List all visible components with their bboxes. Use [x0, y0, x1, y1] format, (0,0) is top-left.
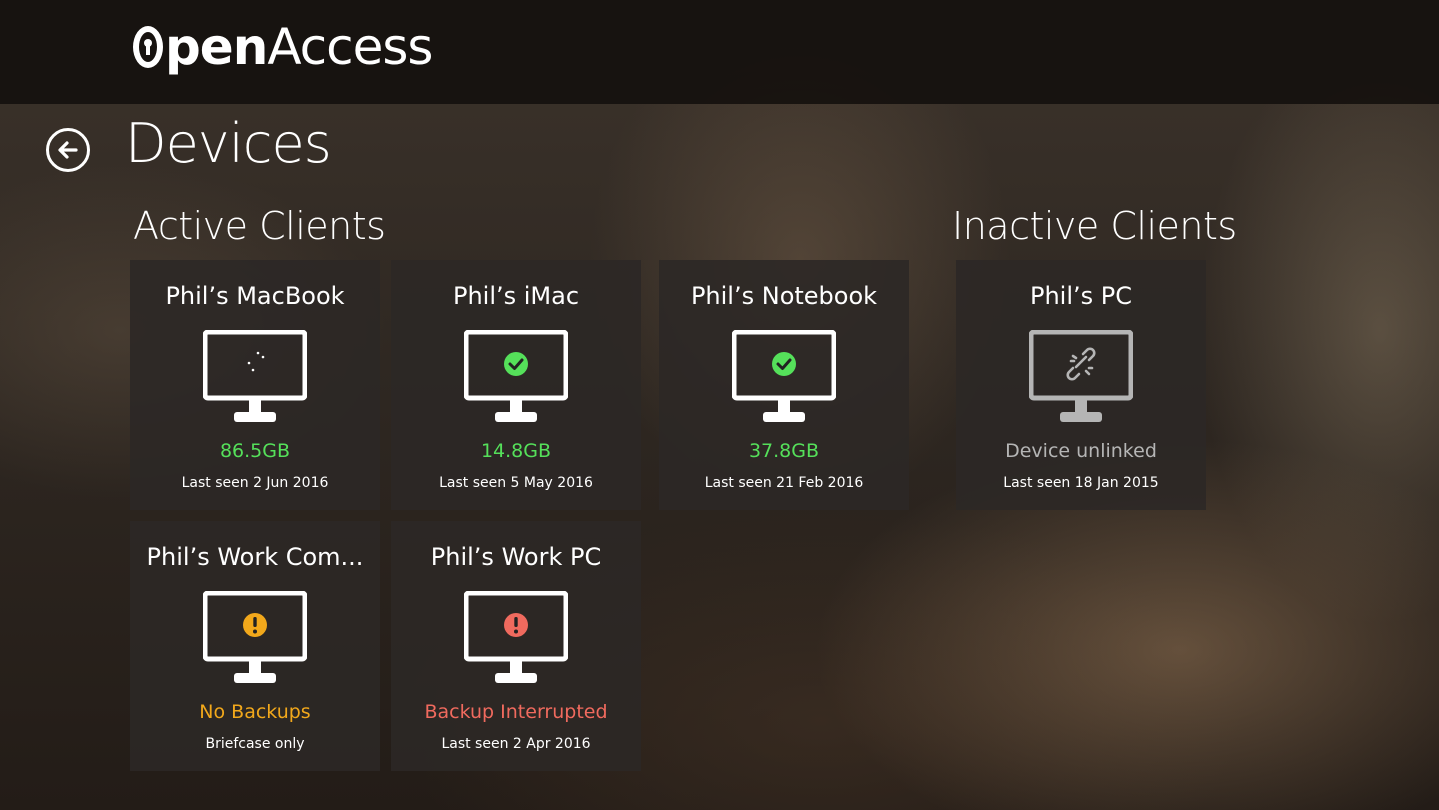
error-circle-icon — [504, 613, 528, 637]
back-button[interactable] — [46, 128, 90, 172]
monitor-icon — [203, 330, 307, 422]
device-tile-notebook[interactable]: Phil’s Notebook 37.8GB Last seen 21 Feb … — [659, 260, 909, 510]
device-last-seen: Last seen 2 Jun 2016 — [181, 475, 329, 491]
openaccess-logo: pen Access — [133, 15, 433, 79]
logo-text-access: Access — [267, 18, 433, 76]
device-last-seen: Last seen 21 Feb 2016 — [704, 475, 864, 491]
device-storage: 37.8GB — [748, 440, 820, 462]
check-circle-icon — [772, 352, 796, 376]
device-name: Phil’s Work PC — [430, 543, 602, 571]
monitor-icon — [464, 591, 568, 683]
device-last-seen: Last seen 2 Apr 2016 — [441, 736, 591, 752]
device-tile-macbook[interactable]: Phil’s MacBook 86.5GB Last seen 2 Jun 20… — [130, 260, 380, 510]
device-status: Backup Interrupted — [424, 701, 608, 723]
broken-link-icon — [1066, 347, 1096, 381]
device-tile-work-pc[interactable]: Phil’s Work PC Backup Interrupted Last s… — [391, 521, 641, 771]
device-tile-work-computer[interactable]: Phil’s Work Com... No Backups Briefcase … — [130, 521, 380, 771]
warning-circle-icon — [243, 613, 267, 637]
device-name: Phil’s MacBook — [165, 282, 345, 310]
device-last-seen: Last seen 18 Jan 2015 — [1003, 475, 1159, 491]
device-name: Phil’s PC — [1029, 282, 1132, 310]
device-name: Phil’s Work Com... — [146, 543, 364, 571]
device-name: Phil’s Notebook — [690, 282, 878, 310]
back-arrow-icon — [58, 141, 78, 159]
device-last-seen: Last seen 5 May 2016 — [439, 475, 593, 491]
device-subtitle: Briefcase only — [205, 736, 305, 752]
device-tile-imac[interactable]: Phil’s iMac 14.8GB Last seen 5 May 2016 — [391, 260, 641, 510]
monitor-icon — [1029, 330, 1133, 422]
spinner-icon — [247, 351, 265, 372]
inactive-clients-heading: Inactive Clients — [952, 204, 1237, 248]
monitor-icon — [203, 591, 307, 683]
device-status: Device unlinked — [1005, 440, 1157, 462]
top-bar: pen Access — [0, 0, 1439, 104]
logo-text-open: pen — [165, 18, 268, 76]
keyhole-o-icon — [133, 26, 163, 68]
device-status: No Backups — [199, 701, 311, 723]
page-title: Devices — [125, 112, 332, 175]
monitor-icon — [732, 330, 836, 422]
device-name: Phil’s iMac — [452, 282, 580, 310]
device-storage: 14.8GB — [480, 440, 552, 462]
check-circle-icon — [504, 352, 528, 376]
device-tile-pc[interactable]: Phil’s PC Device unlinked Last seen 18 J… — [956, 260, 1206, 510]
active-clients-heading: Active Clients — [133, 204, 386, 248]
monitor-icon — [464, 330, 568, 422]
device-storage: 86.5GB — [219, 440, 291, 462]
